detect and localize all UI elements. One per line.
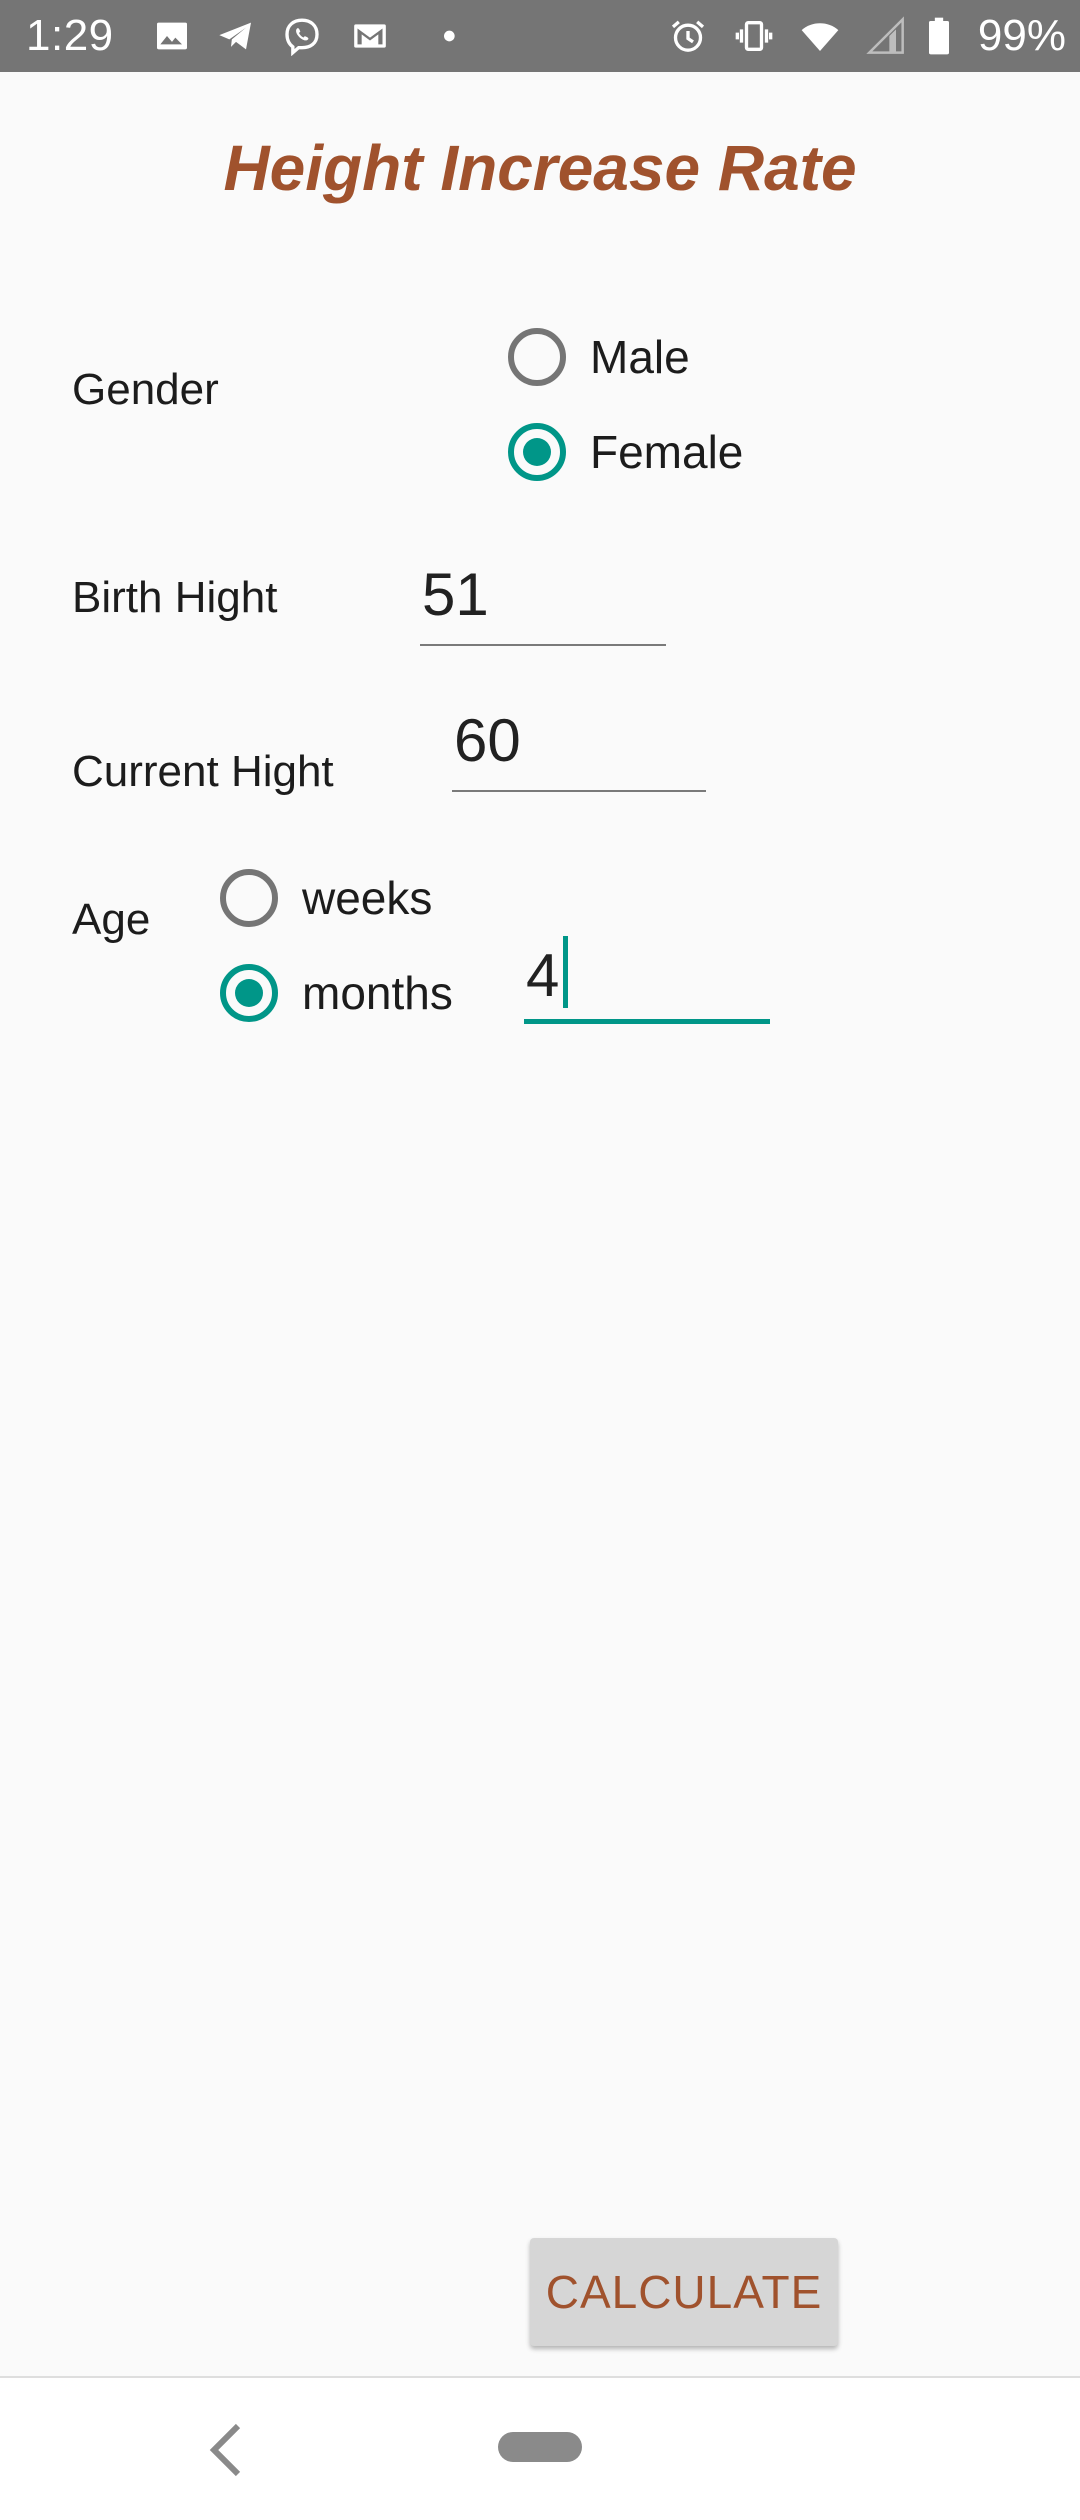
- image-icon: [152, 16, 192, 56]
- age-input[interactable]: 4: [524, 936, 770, 1024]
- radio-circle-checked-icon[interactable]: [220, 964, 278, 1022]
- radio-months-label: months: [302, 967, 453, 1019]
- current-height-value: 60: [454, 707, 521, 774]
- page-title: Height Increase Rate: [223, 132, 857, 204]
- battery-icon: [924, 16, 954, 56]
- radio-circle-icon[interactable]: [508, 328, 566, 386]
- radio-male[interactable]: Male: [508, 325, 690, 389]
- battery-percent: 99%: [977, 11, 1066, 60]
- text-cursor: [563, 936, 569, 1008]
- status-bar: 1:29 99%: [0, 0, 1080, 72]
- age-label: Age: [72, 895, 151, 944]
- telegram-icon: [216, 16, 256, 56]
- wifi-icon: [800, 16, 840, 56]
- radio-female-label: Female: [590, 426, 744, 478]
- status-time: 1:29: [26, 11, 114, 60]
- radio-male-label: Male: [590, 331, 690, 383]
- viber-icon: [282, 16, 322, 56]
- birth-height-value: 51: [422, 561, 489, 628]
- current-height-label: Current Hight: [72, 747, 334, 796]
- radio-weeks[interactable]: weeks: [220, 866, 432, 930]
- gender-label: Gender: [72, 365, 219, 414]
- navigation-bar: [0, 2378, 1080, 2520]
- vibrate-icon: [734, 16, 774, 56]
- radio-circle-icon[interactable]: [220, 869, 278, 927]
- back-icon[interactable]: [206, 2420, 246, 2480]
- alarm-icon: [668, 16, 708, 56]
- age-value: 4: [526, 942, 560, 1009]
- home-pill-icon[interactable]: [498, 2432, 582, 2462]
- birth-height-input[interactable]: 51: [420, 560, 666, 646]
- radio-circle-checked-icon[interactable]: [508, 423, 566, 481]
- notification-dot-icon: [416, 16, 456, 56]
- radio-female[interactable]: Female: [508, 420, 743, 484]
- birth-height-label: Birth Hight: [72, 573, 278, 622]
- calculate-button[interactable]: CALCULATE: [530, 2238, 838, 2346]
- radio-months[interactable]: months: [220, 961, 453, 1025]
- current-height-input[interactable]: 60: [452, 706, 706, 792]
- radio-weeks-label: weeks: [302, 872, 433, 924]
- gmail-icon: [350, 16, 390, 56]
- signal-icon: [866, 16, 906, 56]
